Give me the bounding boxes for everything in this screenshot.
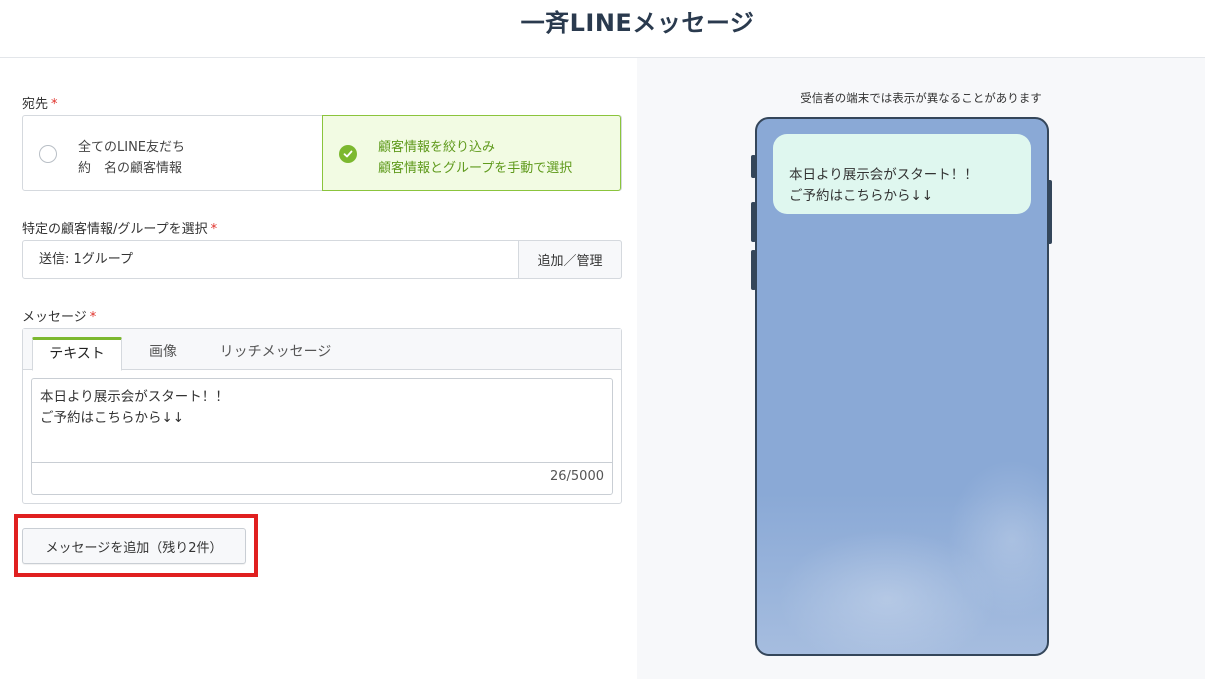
group-select-field: 送信: 1グループ 追加／管理 [22, 240, 622, 279]
required-mark: * [210, 222, 218, 237]
group-manage-button[interactable]: 追加／管理 [518, 240, 622, 279]
recipient-option-filter-subtitle: 顧客情報とグループを手動で選択 [378, 161, 573, 176]
recipient-option-all[interactable]: 全てのLINE友だち 約 名の顧客情報 [23, 116, 322, 190]
tab-text[interactable]: テキスト [32, 337, 122, 371]
recipient-option-filter-title: 顧客情報を絞り込み [378, 140, 496, 155]
page-title: 一斉LINEメッセージ [520, 9, 755, 37]
message-textarea[interactable]: 本日より展示会がスタート！！ ご予約はこちらから↓↓ [40, 387, 600, 461]
group-select-label-text: 特定の顧客情報/グループを選択 [22, 222, 208, 237]
recipient-label: 宛先 * [22, 93, 58, 112]
message-editor: テキスト 画像 リッチメッセージ 本日より展示会がスタート！！ ご予約はこちらか… [22, 328, 622, 504]
message-label-text: メッセージ [22, 310, 87, 325]
message-textarea-wrap: 本日より展示会がスタート！！ ご予約はこちらから↓↓ 26/5000 [31, 378, 613, 495]
page-header: 一斉LINEメッセージ [0, 0, 1205, 58]
recipient-option-filter[interactable]: 顧客情報を絞り込み 顧客情報とグループを手動で選択 [322, 115, 621, 191]
message-bubble: 本日より展示会がスタート！！ ご予約はこちらから↓↓ [773, 134, 1031, 214]
group-select-value: 送信: 1グループ [39, 252, 134, 267]
divider [32, 462, 612, 463]
radio-unchecked-icon[interactable] [39, 145, 57, 163]
recipient-label-text: 宛先 [22, 97, 49, 112]
recipient-option-all-title: 全てのLINE友だち [78, 140, 186, 155]
radio-checked-icon[interactable] [339, 145, 357, 163]
group-select-label: 特定の顧客情報/グループを選択 * [22, 218, 217, 237]
tab-rich-message[interactable]: リッチメッセージ [208, 337, 343, 370]
message-tabs: テキスト 画像 リッチメッセージ [23, 329, 621, 371]
preview-note: 受信者の端末では表示が異なることがあります [800, 91, 1042, 105]
recipient-selector: 全てのLINE友だち 約 名の顧客情報 顧客情報を絞り込み 顧客情報とグループを… [22, 115, 622, 191]
required-mark: * [51, 97, 58, 112]
phone-preview: 本日より展示会がスタート！！ ご予約はこちらから↓↓ [755, 117, 1049, 656]
message-bubble-text: 本日より展示会がスタート！！ ご予約はこちらから↓↓ [789, 167, 978, 204]
tab-image[interactable]: 画像 [135, 337, 191, 370]
char-count: 26/5000 [549, 469, 604, 484]
required-mark: * [89, 310, 97, 325]
message-label: メッセージ * [22, 306, 96, 325]
recipient-option-all-subtitle: 約 名の顧客情報 [78, 161, 183, 176]
add-message-button[interactable]: メッセージを追加（残り2件） [22, 528, 246, 564]
